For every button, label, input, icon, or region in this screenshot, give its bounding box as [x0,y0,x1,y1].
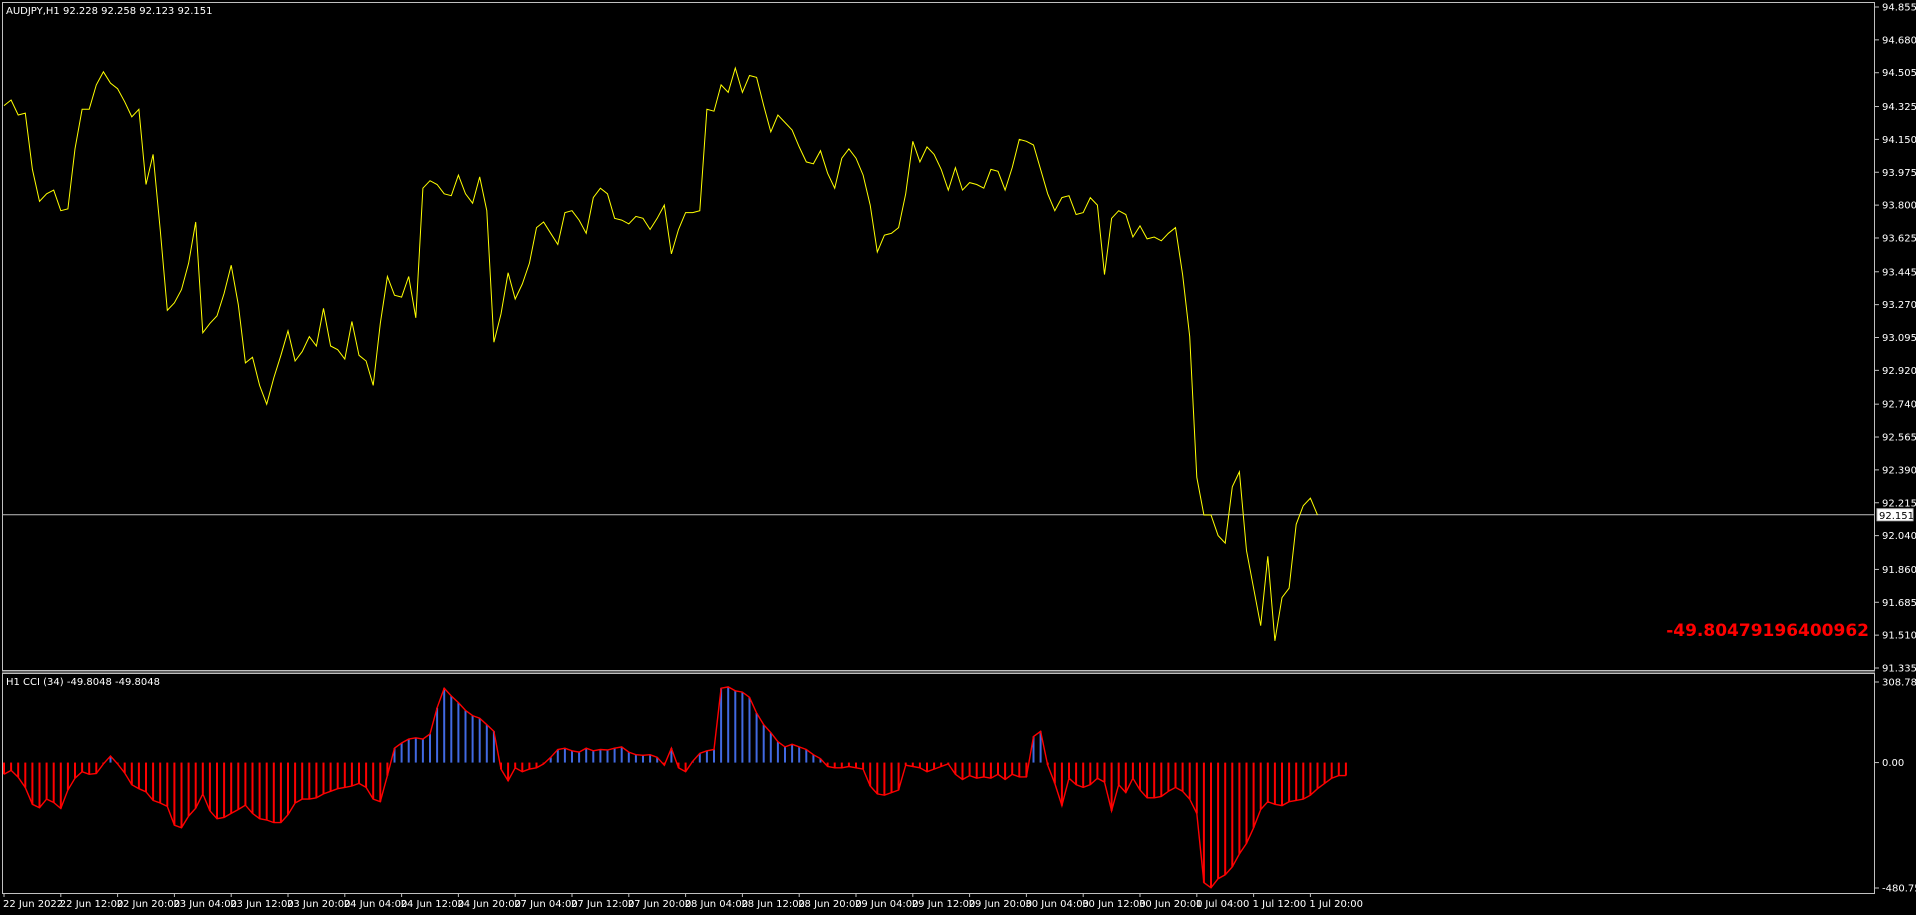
x-tick-label: 27 Jun 20:00 [628,899,692,910]
x-tick-label: 28 Jun 12:00 [741,899,805,910]
price-y-tick-label: 94.855 [1882,3,1916,14]
current-price-label: 92.151 [1879,511,1914,522]
cci-panel-header: H1 CCI (34) -49.8048 -49.8048 [6,677,160,688]
x-tick-label: 28 Jun 04:00 [685,899,749,910]
x-tick-label: 1 Jul 20:00 [1309,899,1363,910]
x-tick-label: 27 Jun 04:00 [514,899,578,910]
x-tick-label: 1 Jul 12:00 [1253,899,1307,910]
x-tick-label: 30 Jun 04:00 [1025,899,1089,910]
x-tick-label: 24 Jun 12:00 [401,899,465,910]
x-tick-label: 24 Jun 04:00 [344,899,408,910]
x-tick-label: 22 Jun 12:00 [60,899,124,910]
time-x-axis: 22 Jun 202222 Jun 12:0022 Jun 20:0023 Ju… [3,893,1363,910]
price-y-tick-label: 92.740 [1882,400,1916,411]
x-tick-label: 23 Jun 20:00 [287,899,351,910]
price-y-tick-label: 93.095 [1882,333,1916,344]
x-tick-label: 30 Jun 12:00 [1082,899,1146,910]
current-price-tag: 92.151 [1876,508,1914,522]
chart-canvas: 94.855 94.680 94.505 94.325 94.150 93.975 93.8… [2,2,1916,910]
price-y-tick-label: 93.270 [1882,300,1916,311]
price-y-tick-label: 93.800 [1882,201,1916,212]
price-y-tick-label: 92.215 [1882,498,1916,509]
price-y-tick-label: 92.565 [1882,433,1916,444]
cci-y-axis: 308.7895 0.00 -480.752 [1875,678,1916,895]
price-y-tick-label: 94.505 [1882,68,1916,79]
price-y-axis: 94.855 94.680 94.505 94.325 94.150 93.975 93.8… [1875,3,1916,675]
price-panel-header: AUDJPY,H1 92.228 92.258 92.123 92.151 [6,6,212,17]
price-y-tick-label: 91.860 [1882,565,1916,576]
price-y-tick-label: 94.680 [1882,35,1916,46]
price-y-tick-label: 91.335 [1882,664,1916,675]
price-y-tick-label: 93.975 [1882,168,1916,179]
price-y-tick-label: 92.390 [1882,465,1916,476]
cci-y-tick-label: -480.752 [1882,884,1916,895]
x-tick-label: 29 Jun 04:00 [855,899,919,910]
price-y-tick-label: 92.920 [1882,366,1916,377]
x-tick-label: 23 Jun 12:00 [230,899,294,910]
price-panel-frame [2,2,1875,671]
cci-y-tick-label: 0.00 [1882,758,1904,769]
cci-y-tick-label: 308.7895 [1882,678,1916,689]
price-y-tick-label: 92.040 [1882,531,1916,542]
price-y-tick-label: 91.685 [1882,598,1916,609]
cci-signal-line [3,686,1346,889]
cci-histogram [3,686,1347,888]
price-y-tick-label: 94.150 [1882,135,1916,146]
x-tick-label: 28 Jun 20:00 [798,899,862,910]
price-y-tick-label: 93.445 [1882,267,1916,278]
cci-value-readout: -49.80479196400962 [1666,621,1869,641]
price-y-tick-label: 91.510 [1882,631,1916,642]
x-tick-label: 30 Jun 20:00 [1139,899,1203,910]
price-y-tick-label: 93.625 [1882,233,1916,244]
x-tick-label: 23 Jun 04:00 [173,899,237,910]
x-tick-label: 22 Jun 2022 [3,899,63,910]
price-series-line [3,66,1318,641]
x-tick-label: 22 Jun 20:00 [117,899,181,910]
x-tick-label: 24 Jun 20:00 [457,899,521,910]
price-y-tick-label: 94.325 [1882,102,1916,113]
x-tick-label: 29 Jun 20:00 [969,899,1033,910]
x-tick-label: 1 Jul 04:00 [1196,899,1250,910]
x-tick-label: 27 Jun 12:00 [571,899,635,910]
cci-panel-frame [2,673,1875,894]
x-tick-label: 29 Jun 12:00 [912,899,976,910]
